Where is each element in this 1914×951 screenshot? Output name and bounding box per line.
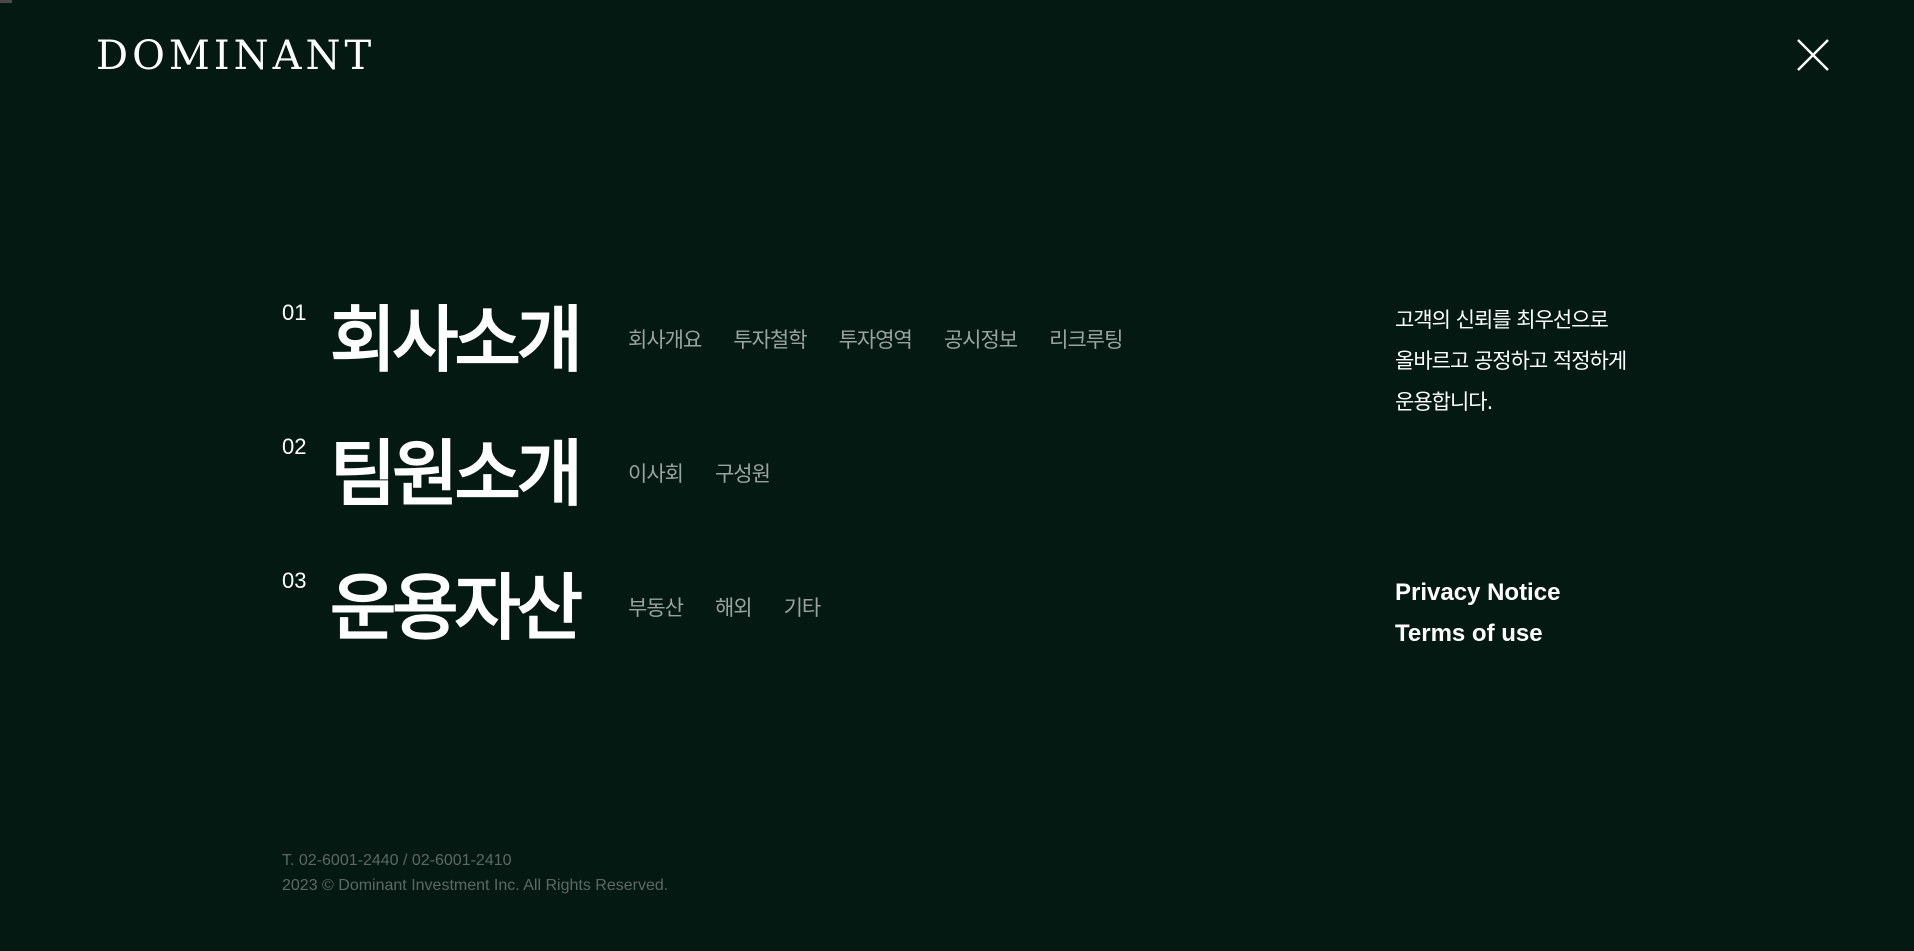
slogan-block: 고객의 신뢰를 최우선으로 올바르고 공정하고 적정하게 운용합니다.	[1395, 300, 1627, 423]
policy-links: Privacy Notice Terms of use	[1395, 572, 1560, 654]
menu-overlay: DOMINANT 01 회사소개 회사개요 투자철학 투자영역 공시정보 리크루…	[0, 0, 1914, 951]
submenu-item-philosophy[interactable]: 투자철학	[733, 324, 807, 354]
slogan-line: 올바르고 공정하고 적정하게	[1395, 349, 1627, 373]
privacy-notice-link[interactable]: Privacy Notice	[1395, 572, 1560, 613]
corner-mark	[0, 0, 12, 3]
close-icon	[1797, 39, 1829, 71]
footer-phone: T. 02-6001-2440 / 02-6001-2410	[282, 852, 512, 869]
submenu-item-overview[interactable]: 회사개요	[628, 324, 702, 354]
slogan-line: 운용합니다.	[1395, 390, 1493, 414]
footer-copyright: 2023 © Dominant Investment Inc. All Righ…	[282, 877, 669, 894]
submenu-item-overseas[interactable]: 해외	[715, 592, 753, 622]
menu-number: 03	[282, 568, 307, 593]
submenu-item-real-estate[interactable]: 부동산	[628, 592, 684, 622]
logo[interactable]: DOMINANT	[96, 36, 375, 76]
slogan-line: 고객의 신뢰를 최우선으로	[1395, 308, 1609, 332]
menu-title-assets[interactable]: 운용자산	[330, 558, 583, 658]
terms-of-use-link[interactable]: Terms of use	[1395, 613, 1560, 654]
submenu-item-disclosure[interactable]: 공시정보	[944, 324, 1018, 354]
submenu-assets: 부동산 해외 기타	[628, 592, 822, 622]
menu-number: 02	[282, 434, 307, 459]
footer: T. 02-6001-2440 / 02-6001-2410 2023 © Do…	[282, 848, 668, 898]
close-button[interactable]	[1796, 38, 1830, 72]
menu-title-team[interactable]: 팀원소개	[330, 424, 583, 524]
submenu-company: 회사개요 투자철학 투자영역 공시정보 리크루팅	[628, 324, 1123, 354]
submenu-item-recruiting[interactable]: 리크루팅	[1049, 324, 1123, 354]
submenu-item-investment-area[interactable]: 투자영역	[839, 324, 913, 354]
submenu-item-etc[interactable]: 기타	[784, 592, 822, 622]
menu-title-company[interactable]: 회사소개	[330, 290, 583, 390]
submenu-item-members[interactable]: 구성원	[715, 458, 771, 488]
menu-number: 01	[282, 300, 307, 325]
submenu-team: 이사회 구성원	[628, 458, 771, 488]
submenu-item-board[interactable]: 이사회	[628, 458, 684, 488]
